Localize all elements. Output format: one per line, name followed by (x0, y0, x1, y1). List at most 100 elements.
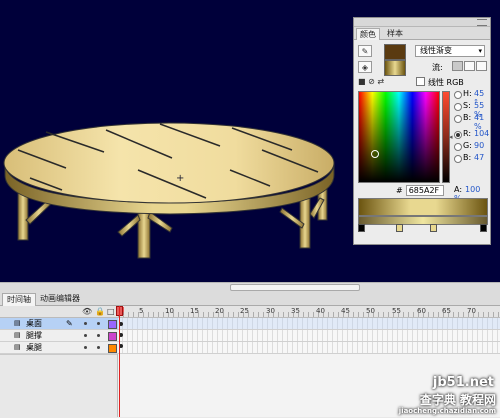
visibility-dot[interactable] (84, 346, 87, 349)
checkbox-box[interactable] (416, 77, 425, 86)
tab-timeline[interactable]: 时间轴 (2, 293, 36, 306)
green-row[interactable]: G: 90 (454, 141, 490, 153)
layer-icon: ▤ (14, 319, 21, 327)
color-panel: 颜色 样本 ✎ ◈ 线性渐变 ▾ 流: ■ ⊘ ⇄ 线性 RGB ◂ H: 45 … (353, 17, 491, 245)
eye-icon[interactable]: 👁 (82, 307, 92, 316)
color-picker-crosshair[interactable] (371, 150, 379, 158)
flow-extend-button[interactable] (452, 61, 463, 71)
brightness-radio[interactable] (454, 115, 462, 123)
lock-dot[interactable] (97, 322, 100, 325)
frame-row[interactable] (118, 318, 500, 330)
panel-menu-icon[interactable] (477, 19, 487, 26)
outline-icon[interactable]: □ (107, 307, 115, 316)
hex-row: #685A2F (396, 185, 444, 196)
linear-rgb-label: 线性 RGB (428, 78, 464, 87)
gradient-stop[interactable] (480, 224, 487, 232)
brightness-row[interactable]: B: 41 % (454, 113, 490, 131)
red-row[interactable]: R: 104 (454, 129, 490, 141)
gradient-stop[interactable] (396, 224, 403, 232)
gradient-stop[interactable] (430, 224, 437, 232)
hue-label: H: (463, 89, 472, 98)
layer-row[interactable]: ▤ 桌面 ✎ (0, 318, 118, 330)
saturation-row[interactable]: S: 55 % (454, 101, 490, 119)
flow-repeat-button[interactable] (476, 61, 487, 71)
visibility-dot[interactable] (84, 334, 87, 337)
layer-color-swatch[interactable] (108, 344, 117, 353)
watermark: jb51.net 查字典 教程网 jiaocheng.chazidian.com (360, 373, 500, 417)
fill-type-select[interactable]: 线性渐变 ▾ (415, 45, 485, 57)
pencil-icon: ✎ (66, 319, 73, 328)
hex-input[interactable]: 685A2F (405, 185, 444, 196)
lock-icon[interactable]: 🔒 (95, 307, 105, 316)
layer-name[interactable]: 桌面 (26, 318, 42, 329)
tab-swatches[interactable]: 样本 (384, 28, 406, 39)
round-table-drawing[interactable]: + (0, 0, 350, 282)
color-spectrum[interactable] (358, 91, 440, 183)
flow-reflect-button[interactable] (464, 61, 475, 71)
flow-label: 流: (432, 63, 443, 72)
gradient-stops (358, 224, 487, 232)
hue-radio[interactable] (454, 91, 462, 99)
saturation-label: S: (463, 101, 471, 110)
brightness-label: B: (463, 113, 472, 122)
fill-color-swatch[interactable] (384, 60, 406, 76)
blue-radio[interactable] (454, 155, 462, 163)
frame-row[interactable] (118, 330, 500, 342)
slider-arrow-icon[interactable]: ◂ (449, 133, 453, 141)
red-radio[interactable] (454, 131, 462, 139)
panel-titlebar[interactable] (354, 18, 490, 27)
green-value[interactable]: 90 (474, 141, 484, 150)
layer-row[interactable]: ▤ 腿撑 (0, 330, 118, 342)
brightness-number[interactable]: 41 (474, 113, 484, 122)
swap-default-icons[interactable]: ■ ⊘ ⇄ (358, 77, 384, 86)
layer-color-swatch[interactable] (108, 332, 117, 341)
layer-name[interactable]: 腿撑 (26, 330, 42, 341)
red-label: R: (463, 129, 472, 138)
layer-row[interactable]: ▤ 桌腿 (0, 342, 118, 354)
hue-row[interactable]: H: 45 ° (454, 89, 490, 107)
layer-color-swatch[interactable] (108, 320, 117, 329)
saturation-number[interactable]: 55 (474, 101, 484, 110)
frame-row[interactable] (118, 342, 500, 354)
watermark-site: jb51.net (432, 375, 494, 390)
watermark-title: 查字典 教程网 (419, 393, 496, 407)
layer-name[interactable]: 桌腿 (26, 342, 42, 353)
frame-grid[interactable] (118, 318, 500, 354)
tab-color[interactable]: 颜色 (356, 28, 380, 40)
layer-icon: ▤ (14, 331, 21, 339)
scrollbar-thumb[interactable] (230, 284, 360, 291)
svg-text:+: + (176, 173, 184, 184)
hex-label: # (396, 186, 403, 195)
pencil-icon[interactable]: ✎ (358, 45, 372, 57)
color-values: H: 45 ° S: 55 % B: 41 % R: 104 G: 90 B: 47 (454, 89, 490, 165)
blue-value[interactable]: 47 (474, 153, 484, 162)
frame-ticks (118, 312, 500, 317)
red-value[interactable]: 104 (474, 129, 489, 138)
stage-horizontal-scrollbar[interactable] (0, 282, 500, 292)
fill-type-value: 线性渐变 (420, 46, 452, 55)
lock-dot[interactable] (97, 334, 100, 337)
visibility-dot[interactable] (84, 322, 87, 325)
lock-dot[interactable] (97, 346, 100, 349)
color-panel-tabs: 颜色 样本 (354, 27, 490, 40)
blue-row[interactable]: B: 47 (454, 153, 490, 165)
watermark-url: jiaocheng.chazidian.com (398, 407, 496, 415)
gradient-stop[interactable] (358, 224, 365, 232)
green-label: G: (463, 141, 472, 150)
divider (117, 354, 118, 417)
paint-bucket-icon[interactable]: ◈ (358, 61, 372, 73)
alpha-number[interactable]: 100 (465, 185, 480, 194)
stroke-color-swatch[interactable] (384, 44, 406, 60)
hue-number[interactable]: 45 (474, 89, 484, 98)
green-radio[interactable] (454, 143, 462, 151)
saturation-radio[interactable] (454, 103, 462, 111)
layer-list: ▤ 桌面 ✎ ▤ 腿撑 ▤ 桌腿 (0, 318, 118, 354)
tab-motion-editor[interactable]: 动画编辑器 (36, 293, 84, 305)
playhead[interactable] (119, 306, 120, 417)
gradient-preview (358, 198, 488, 216)
layer-icon: ▤ (14, 343, 21, 351)
chevron-down-icon: ▾ (478, 47, 482, 55)
alpha-label: A: (454, 185, 463, 194)
blue-label: B: (463, 153, 472, 162)
linear-rgb-checkbox[interactable]: 线性 RGB (416, 77, 464, 88)
